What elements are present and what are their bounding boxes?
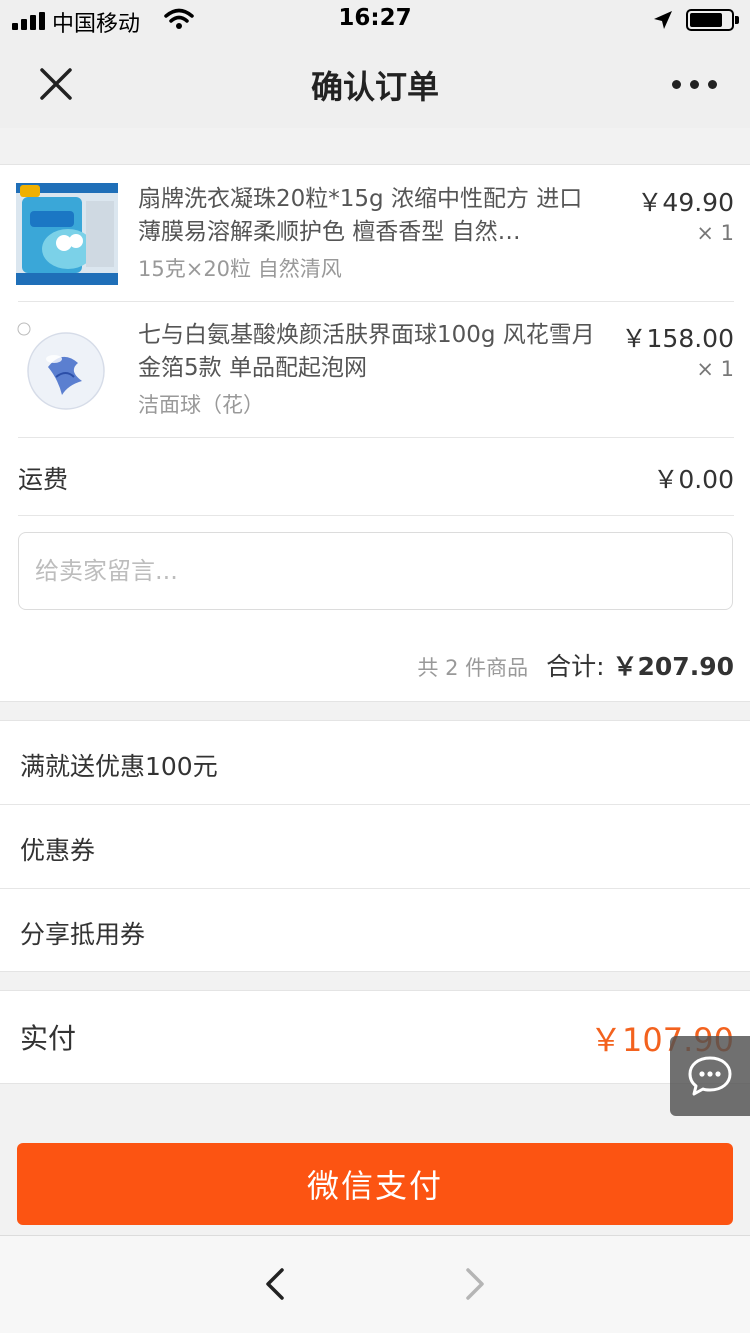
total-label: 合计:: [546, 652, 613, 681]
promo-label: 优惠券: [20, 836, 96, 865]
order-item[interactable]: 扇牌洗衣凝珠20粒*15g 浓缩中性配方 进口薄膜易溶解柔顺护色 檀香香型 自然…: [0, 165, 750, 301]
divider: [18, 515, 734, 516]
promo-row-coupon[interactable]: 优惠券: [0, 805, 750, 889]
more-icon[interactable]: [666, 74, 722, 94]
status-time: 16:27: [338, 5, 412, 31]
promo-label: 满就送优惠100元: [20, 752, 218, 781]
product-spec: 洁面球（花）: [138, 393, 264, 417]
wechat-pay-button[interactable]: 微信支付: [17, 1143, 733, 1225]
customer-service-button[interactable]: [670, 1036, 750, 1116]
product-price: ￥158.00: [621, 324, 734, 353]
page-title: 确认订单: [310, 68, 439, 106]
seller-message-input[interactable]: [18, 532, 733, 610]
location-arrow-icon: [654, 11, 672, 29]
order-card: 扇牌洗衣凝珠20粒*15g 浓缩中性配方 进口薄膜易溶解柔顺护色 檀香香型 自然…: [0, 164, 750, 702]
payable-label: 实付: [20, 1022, 77, 1055]
promo-row-share-voucher[interactable]: 分享抵用券: [0, 889, 750, 973]
product-quantity: × 1: [696, 357, 734, 381]
status-bar: 中国移动 16:27: [0, 0, 750, 40]
promo-row-gift[interactable]: 满就送优惠100元: [0, 721, 750, 805]
item-count: 共 2 件商品: [417, 656, 529, 680]
total-amount: ￥207.90: [612, 652, 734, 681]
product-image: [16, 319, 118, 421]
back-arrow-icon[interactable]: [256, 1264, 296, 1304]
product-title: 七与白氨基酸焕颜活肤界面球100g 风花雪月金箔5款 单品配起泡网: [138, 322, 595, 381]
close-icon[interactable]: [36, 64, 76, 104]
product-spec: 15克×20粒 自然清风: [138, 257, 342, 281]
order-item[interactable]: 七与白氨基酸焕颜活肤界面球100g 风花雪月金箔5款 单品配起泡网 洁面球（花）…: [0, 301, 750, 437]
shipping-row: 运费 ￥0.00: [0, 438, 750, 516]
navigation-bar: 确认订单: [0, 40, 750, 128]
forward-arrow-icon[interactable]: [454, 1264, 494, 1304]
product-title: 扇牌洗衣凝珠20粒*15g 浓缩中性配方 进口薄膜易溶解柔顺护色 檀香香型 自然…: [138, 186, 583, 245]
battery-icon: [686, 9, 739, 31]
product-image: [16, 183, 118, 285]
order-summary: 共 2 件商品 合计: ￥207.90: [417, 647, 734, 683]
promo-label: 分享抵用券: [20, 920, 146, 949]
promotions-section: 满就送优惠100元 优惠券 分享抵用券: [0, 720, 750, 972]
product-quantity: × 1: [696, 221, 734, 245]
product-price: ￥49.90: [637, 188, 734, 217]
shipping-label: 运费: [18, 465, 69, 494]
chat-icon: [688, 1056, 732, 1096]
shipping-fee: ￥0.00: [653, 465, 734, 494]
browser-toolbar: [0, 1235, 750, 1333]
payable-row: 实付 ￥107.90: [0, 990, 750, 1084]
